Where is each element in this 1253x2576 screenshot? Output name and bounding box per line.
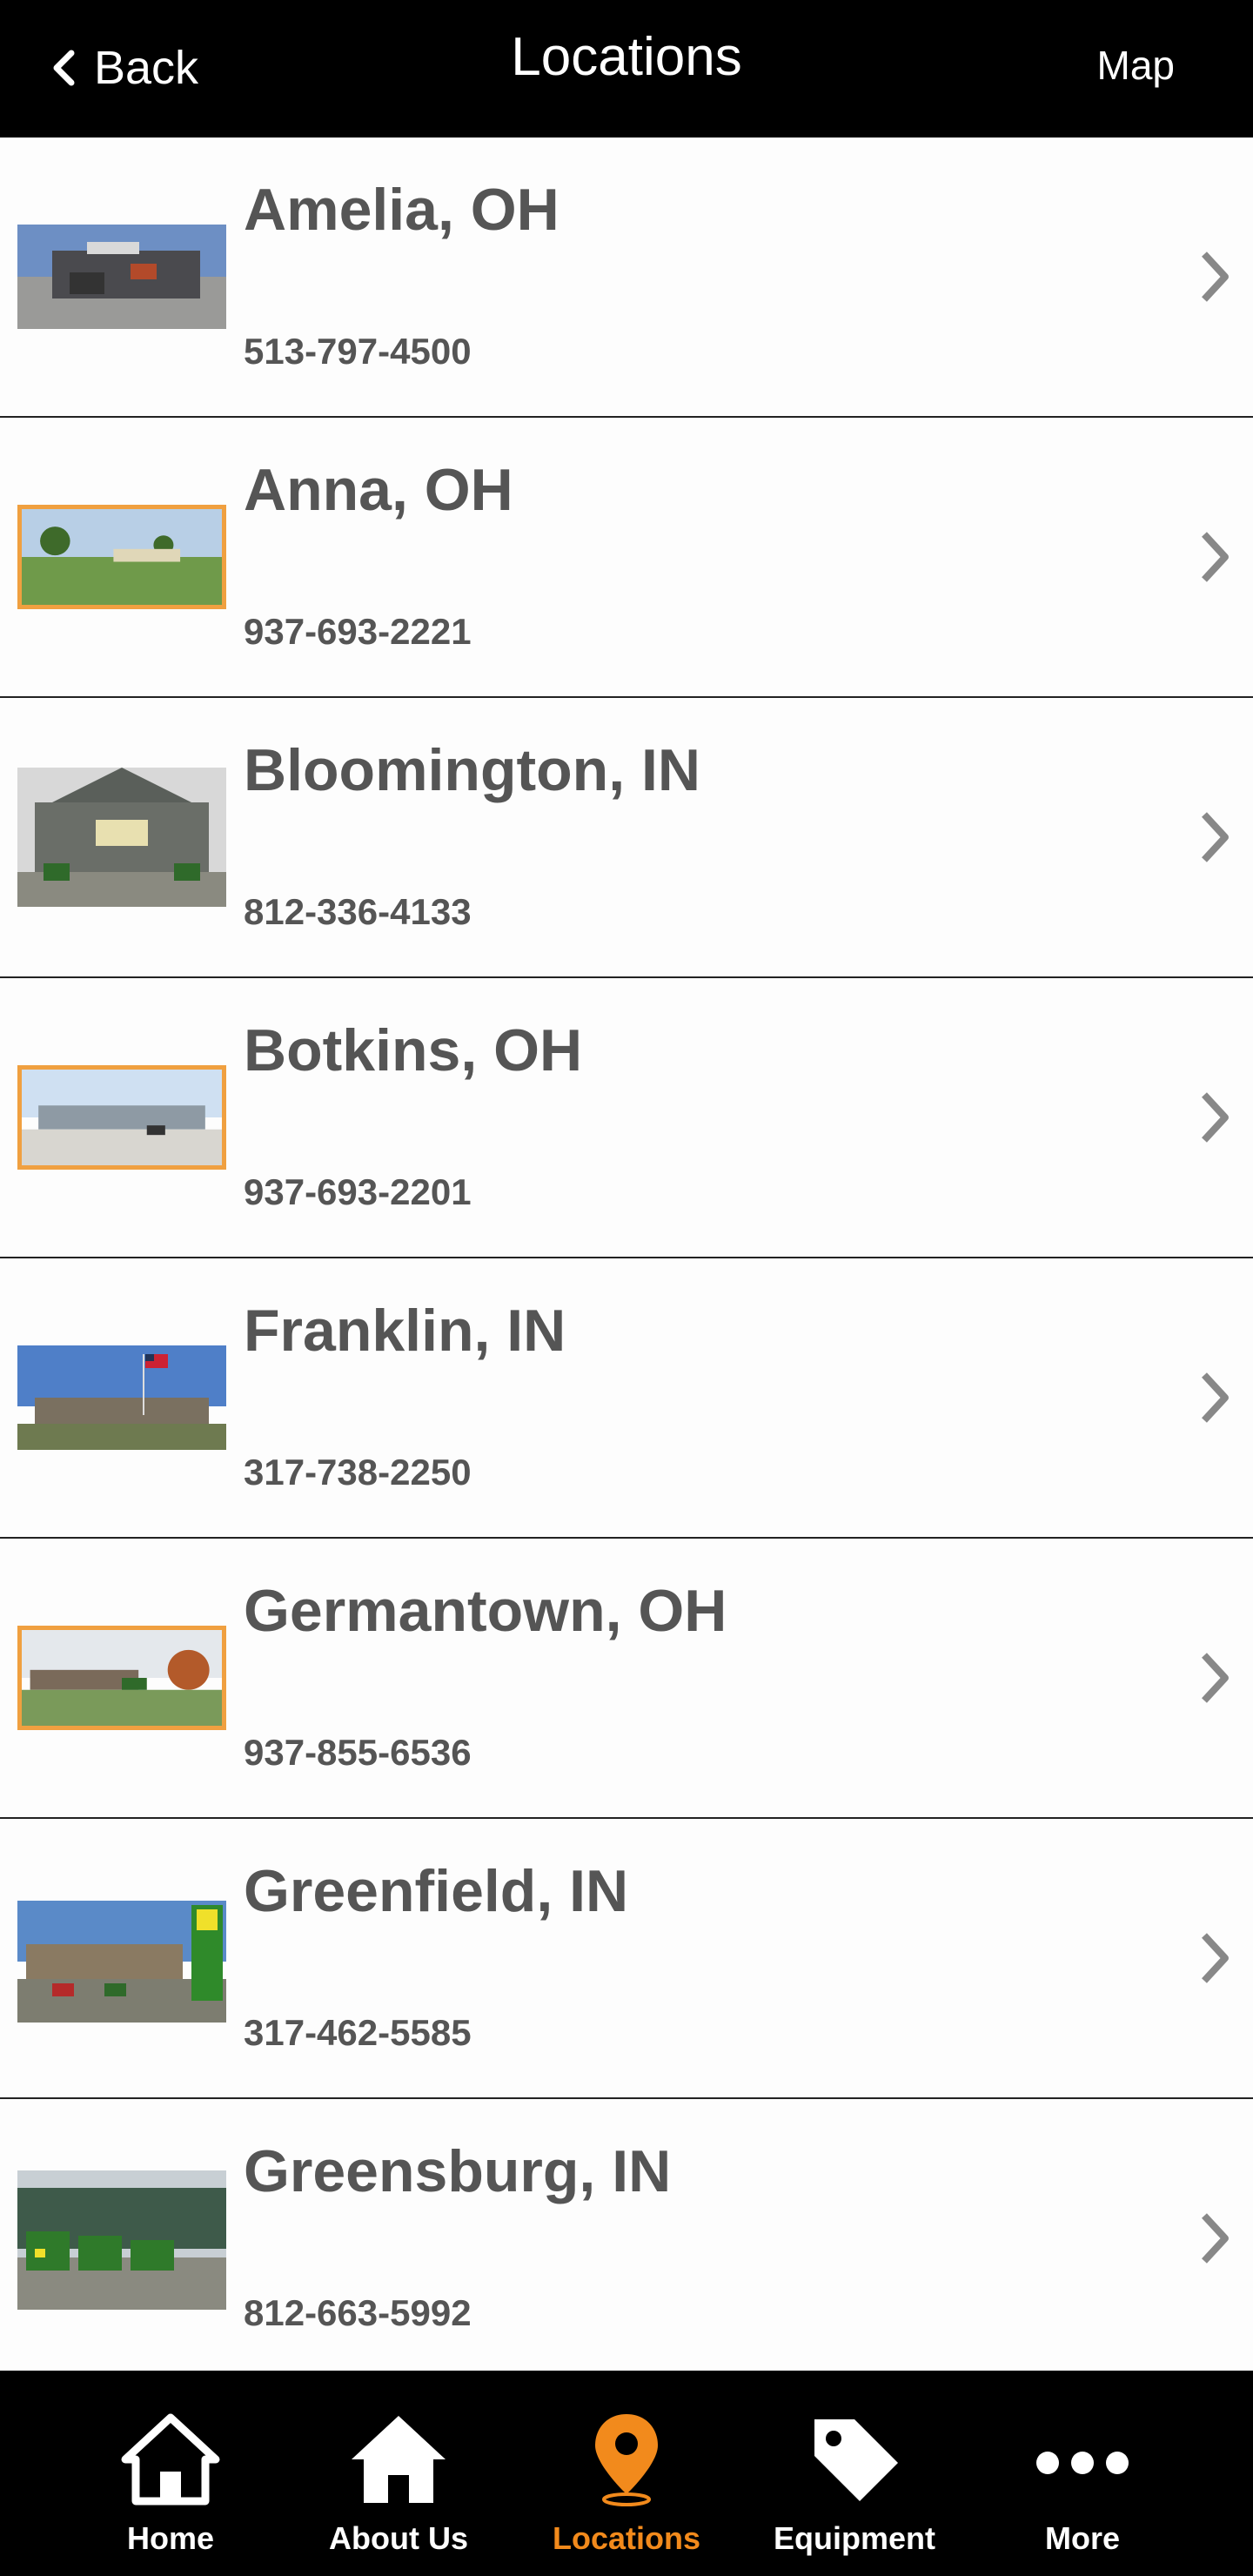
location-photo [17, 225, 226, 329]
location-row-germantown[interactable]: Germantown, OH 937-855-6536 [0, 1539, 1253, 1819]
location-phone[interactable]: 937-693-2221 [244, 611, 472, 653]
location-row-amelia[interactable]: Amelia, OH 513-797-4500 [0, 138, 1253, 418]
location-phone[interactable]: 937-693-2201 [244, 1171, 472, 1213]
chevron-right-icon [1202, 252, 1229, 302]
top-navigation-bar: Back Locations Map [0, 0, 1253, 138]
tag-icon [814, 2419, 898, 2501]
map-pin-icon [595, 2414, 658, 2506]
location-name: Bloomington, IN [244, 737, 701, 803]
location-photo [17, 1901, 226, 2023]
chevron-right-icon [1202, 2213, 1229, 2264]
tab-label: Locations [552, 2520, 700, 2556]
location-photo [17, 1626, 226, 1730]
tab-about-us[interactable]: About Us [285, 2371, 513, 2576]
location-row-bloomington[interactable]: Bloomington, IN 812-336-4133 [0, 698, 1253, 978]
bottom-tab-bar: Home About Us Locations Equipment More [0, 2371, 1253, 2576]
location-name: Amelia, OH [244, 177, 559, 243]
home-outline-icon [121, 2413, 220, 2506]
location-name: Germantown, OH [244, 1578, 727, 1644]
location-row-botkins[interactable]: Botkins, OH 937-693-2201 [0, 978, 1253, 1258]
location-row-greensburg[interactable]: Greensburg, IN 812-663-5992 [0, 2099, 1253, 2378]
location-phone[interactable]: 812-663-5992 [244, 2292, 472, 2334]
chevron-right-icon [1202, 1933, 1229, 1983]
tab-home[interactable]: Home [57, 2371, 285, 2576]
location-name: Botkins, OH [244, 1017, 583, 1083]
location-photo [17, 505, 226, 609]
location-row-franklin[interactable]: Franklin, IN 317-738-2250 [0, 1258, 1253, 1539]
location-photo [17, 1065, 226, 1170]
location-name: Anna, OH [244, 457, 513, 523]
map-button[interactable]: Map [1097, 42, 1175, 89]
location-photo [17, 2170, 226, 2310]
tab-label: More [1044, 2520, 1120, 2556]
location-name: Greensburg, IN [244, 2138, 672, 2204]
page-title: Locations [511, 27, 742, 87]
location-name: Greenfield, IN [244, 1858, 629, 1924]
tab-more[interactable]: More [968, 2371, 1196, 2576]
tab-label: Equipment [774, 2520, 935, 2556]
chevron-right-icon [1202, 532, 1229, 582]
tab-label: Home [126, 2520, 215, 2556]
chevron-right-icon [1202, 1372, 1229, 1423]
location-phone[interactable]: 937-855-6536 [244, 1732, 472, 1774]
locations-list: Amelia, OH 513-797-4500 Anna, OH 937-693… [0, 138, 1253, 2378]
chevron-right-icon [1202, 1653, 1229, 1703]
location-phone[interactable]: 812-336-4133 [244, 891, 472, 933]
home-solid-icon [352, 2416, 446, 2503]
location-photo [17, 768, 226, 907]
tab-equipment[interactable]: Equipment [740, 2371, 968, 2576]
location-row-anna[interactable]: Anna, OH 937-693-2221 [0, 418, 1253, 698]
location-photo [17, 1345, 226, 1450]
chevron-right-icon [1202, 1092, 1229, 1143]
chevron-right-icon [1202, 812, 1229, 862]
location-name: Franklin, IN [244, 1298, 566, 1364]
location-phone[interactable]: 317-462-5585 [244, 2012, 472, 2054]
more-dots-icon [1036, 2452, 1129, 2474]
tab-locations[interactable]: Locations [513, 2371, 740, 2576]
location-phone[interactable]: 317-738-2250 [244, 1452, 472, 1493]
tab-label: About Us [329, 2520, 468, 2556]
location-phone[interactable]: 513-797-4500 [244, 331, 472, 372]
location-row-greenfield[interactable]: Greenfield, IN 317-462-5585 [0, 1819, 1253, 2099]
